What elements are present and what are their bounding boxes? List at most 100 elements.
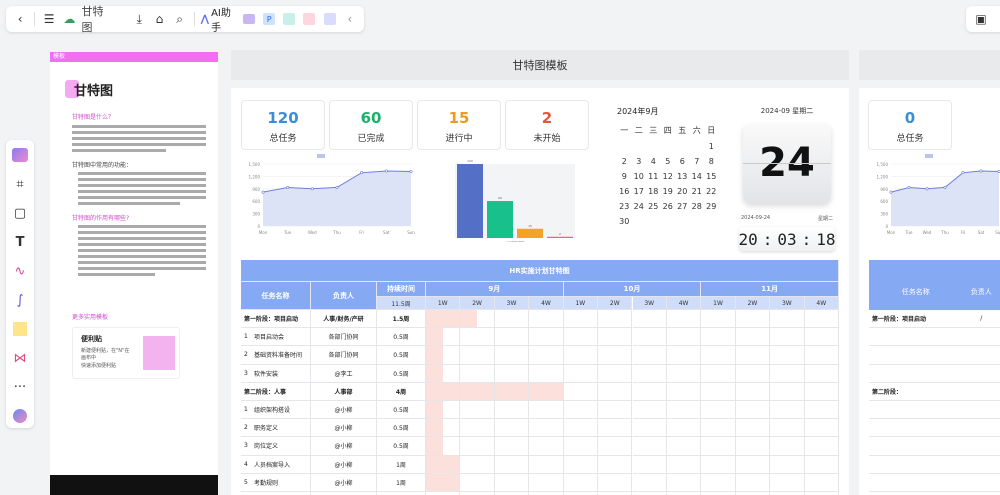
calendar-day[interactable]: 21: [690, 187, 705, 196]
mindmap-icon[interactable]: ⋈: [11, 349, 29, 367]
calendar-day[interactable]: [632, 142, 647, 151]
calendar-day[interactable]: [646, 142, 661, 151]
calendar-day[interactable]: 10: [632, 172, 647, 181]
shape-icon[interactable]: ▢: [11, 204, 29, 222]
calendar-day[interactable]: 23: [617, 202, 632, 211]
gantt-timeline-cell: [804, 328, 839, 347]
sticky-note-card[interactable]: 便利贴 新建便利贴，在"N"在画布中 快速添加便利贴: [72, 327, 180, 379]
text-icon[interactable]: T: [11, 233, 29, 251]
calendar-day[interactable]: 8: [704, 157, 719, 166]
mindmap-tool-icon[interactable]: [301, 10, 317, 28]
doc-title: 甘特图: [74, 84, 114, 99]
ai-assistant-button[interactable]: ⋀ AI助手: [201, 4, 237, 34]
comment-tool-icon[interactable]: [322, 10, 338, 28]
calendar-day[interactable]: 29: [704, 202, 719, 211]
x-tick-label: Thu: [940, 230, 949, 235]
gantt-timeline-cell: [666, 401, 702, 420]
calendar-day[interactable]: 30: [617, 217, 632, 226]
data-point: [979, 169, 983, 173]
download-icon[interactable]: ⤓: [131, 10, 147, 28]
calendar-day[interactable]: 24: [632, 202, 647, 211]
task-label: 考勤规则: [254, 479, 279, 487]
collapse-icon[interactable]: ‹: [342, 10, 358, 28]
gantt-owner: @小柳: [311, 455, 377, 474]
gantt-table-right[interactable]: 任务名称 负责人 第一阶段：项目启动 / 第二阶段：: [869, 260, 1000, 495]
date-widget: 2024-09 星期二 24: [737, 106, 837, 206]
frame-title-right[interactable]: [859, 50, 1000, 80]
pen-icon[interactable]: ∿: [11, 262, 29, 280]
calendar-day[interactable]: 6: [675, 157, 690, 166]
doc-section-2: 甘特图的作用有哪些?: [72, 215, 130, 222]
tag-icon[interactable]: ⌂: [151, 10, 167, 28]
gantt-timeline-cell: [701, 401, 736, 420]
briefcase-icon[interactable]: ▣: [972, 10, 990, 28]
gantt-timeline-cell: [460, 364, 495, 383]
back-icon[interactable]: ‹: [12, 10, 28, 28]
stat-card: 120 总任务: [241, 100, 325, 150]
data-point: [925, 187, 929, 191]
calendar-day[interactable]: 18: [646, 187, 661, 196]
calendar-day[interactable]: [617, 142, 632, 151]
calendar-day[interactable]: [675, 142, 690, 151]
gantt-bar: [460, 310, 478, 328]
calendar-day[interactable]: 9: [617, 172, 632, 181]
calendar-day[interactable]: 3: [632, 157, 647, 166]
calendar-day[interactable]: 2: [617, 157, 632, 166]
calendar-day[interactable]: 17: [632, 187, 647, 196]
flow-tool-icon[interactable]: [281, 10, 297, 28]
stat-label: 总任务: [269, 134, 297, 144]
gantt-duration: 4周: [377, 382, 426, 401]
gantt-owner: 人事/财务/产研: [311, 310, 377, 329]
calendar-day[interactable]: 25: [646, 202, 661, 211]
frame-title-main[interactable]: 甘特图模板: [231, 50, 849, 80]
doc-tag: 模板: [50, 52, 218, 62]
more-icon[interactable]: ···: [11, 378, 29, 396]
gantt-week-header: 3W: [770, 297, 805, 310]
template-icon[interactable]: [11, 407, 29, 425]
gantt-timeline-cell: [426, 382, 461, 401]
area-fill: [263, 171, 411, 226]
search-icon[interactable]: ⌕: [172, 10, 188, 28]
p-tool-icon[interactable]: P: [261, 10, 277, 28]
calendar-day[interactable]: 20: [675, 187, 690, 196]
calendar-day[interactable]: 4: [646, 157, 661, 166]
calendar-day[interactable]: 22: [704, 187, 719, 196]
calendar-day[interactable]: 12: [661, 172, 676, 181]
shapes-icon[interactable]: [11, 146, 29, 164]
legend-swatch: [317, 154, 325, 158]
gantt-owner: @小柳: [311, 419, 377, 438]
gantt-table[interactable]: HR实施计划甘特图 任务名称 负责人 持续时间 11.5周 9月 10月 11月 1W 2W 3W 4…: [241, 260, 839, 495]
calendar[interactable]: 2024年9月 一二三四五六日 1 2 3 4 5 6 7 8 9 10 11 12 13 14 15 16 17…: [617, 106, 727, 226]
calendar-day[interactable]: 16: [617, 187, 632, 196]
calendar-day[interactable]: 27: [675, 202, 690, 211]
calendar-day[interactable]: 28: [690, 202, 705, 211]
gantt-timeline-cell: [701, 328, 736, 347]
calendar-day[interactable]: 26: [661, 202, 676, 211]
gantt-right-col-owner: 负责人: [970, 288, 992, 296]
calendar-day[interactable]: [690, 142, 705, 151]
calendar-day[interactable]: 19: [661, 187, 676, 196]
frame-icon[interactable]: ⌗: [11, 175, 29, 193]
document-preview[interactable]: 模板 甘特图 甘特图是什么？ 甘特图中常用的功能： 甘特图的作用有哪些? 更多实…: [50, 52, 218, 495]
calendar-day[interactable]: 14: [690, 172, 705, 181]
calendar-day[interactable]: 1: [704, 142, 719, 151]
gantt-timeline-cell: [426, 419, 461, 438]
calendar-day[interactable]: 7: [690, 157, 705, 166]
gantt-bar: [426, 401, 443, 419]
calendar-day[interactable]: 15: [704, 172, 719, 181]
calendar-day[interactable]: 11: [646, 172, 661, 181]
image-tool-icon[interactable]: [241, 10, 257, 28]
gantt-timeline-cell: [529, 437, 564, 456]
card-body: 新建便利贴，在"N"在画布中: [81, 348, 130, 361]
gantt-timeline-cell: [632, 437, 667, 456]
connector-icon[interactable]: ∫: [11, 291, 29, 309]
menu-icon[interactable]: ☰: [41, 10, 57, 28]
sticky-note-icon[interactable]: [11, 320, 29, 338]
document-title[interactable]: 甘特图: [81, 3, 111, 35]
x-tick-label: Mon: [887, 230, 896, 235]
calendar-day[interactable]: 13: [675, 172, 690, 181]
gantt-timeline-cell: [563, 473, 599, 492]
calendar-day[interactable]: 5: [661, 157, 676, 166]
calendar-day[interactable]: [661, 142, 676, 151]
gantt-timeline-cell: [529, 328, 564, 347]
